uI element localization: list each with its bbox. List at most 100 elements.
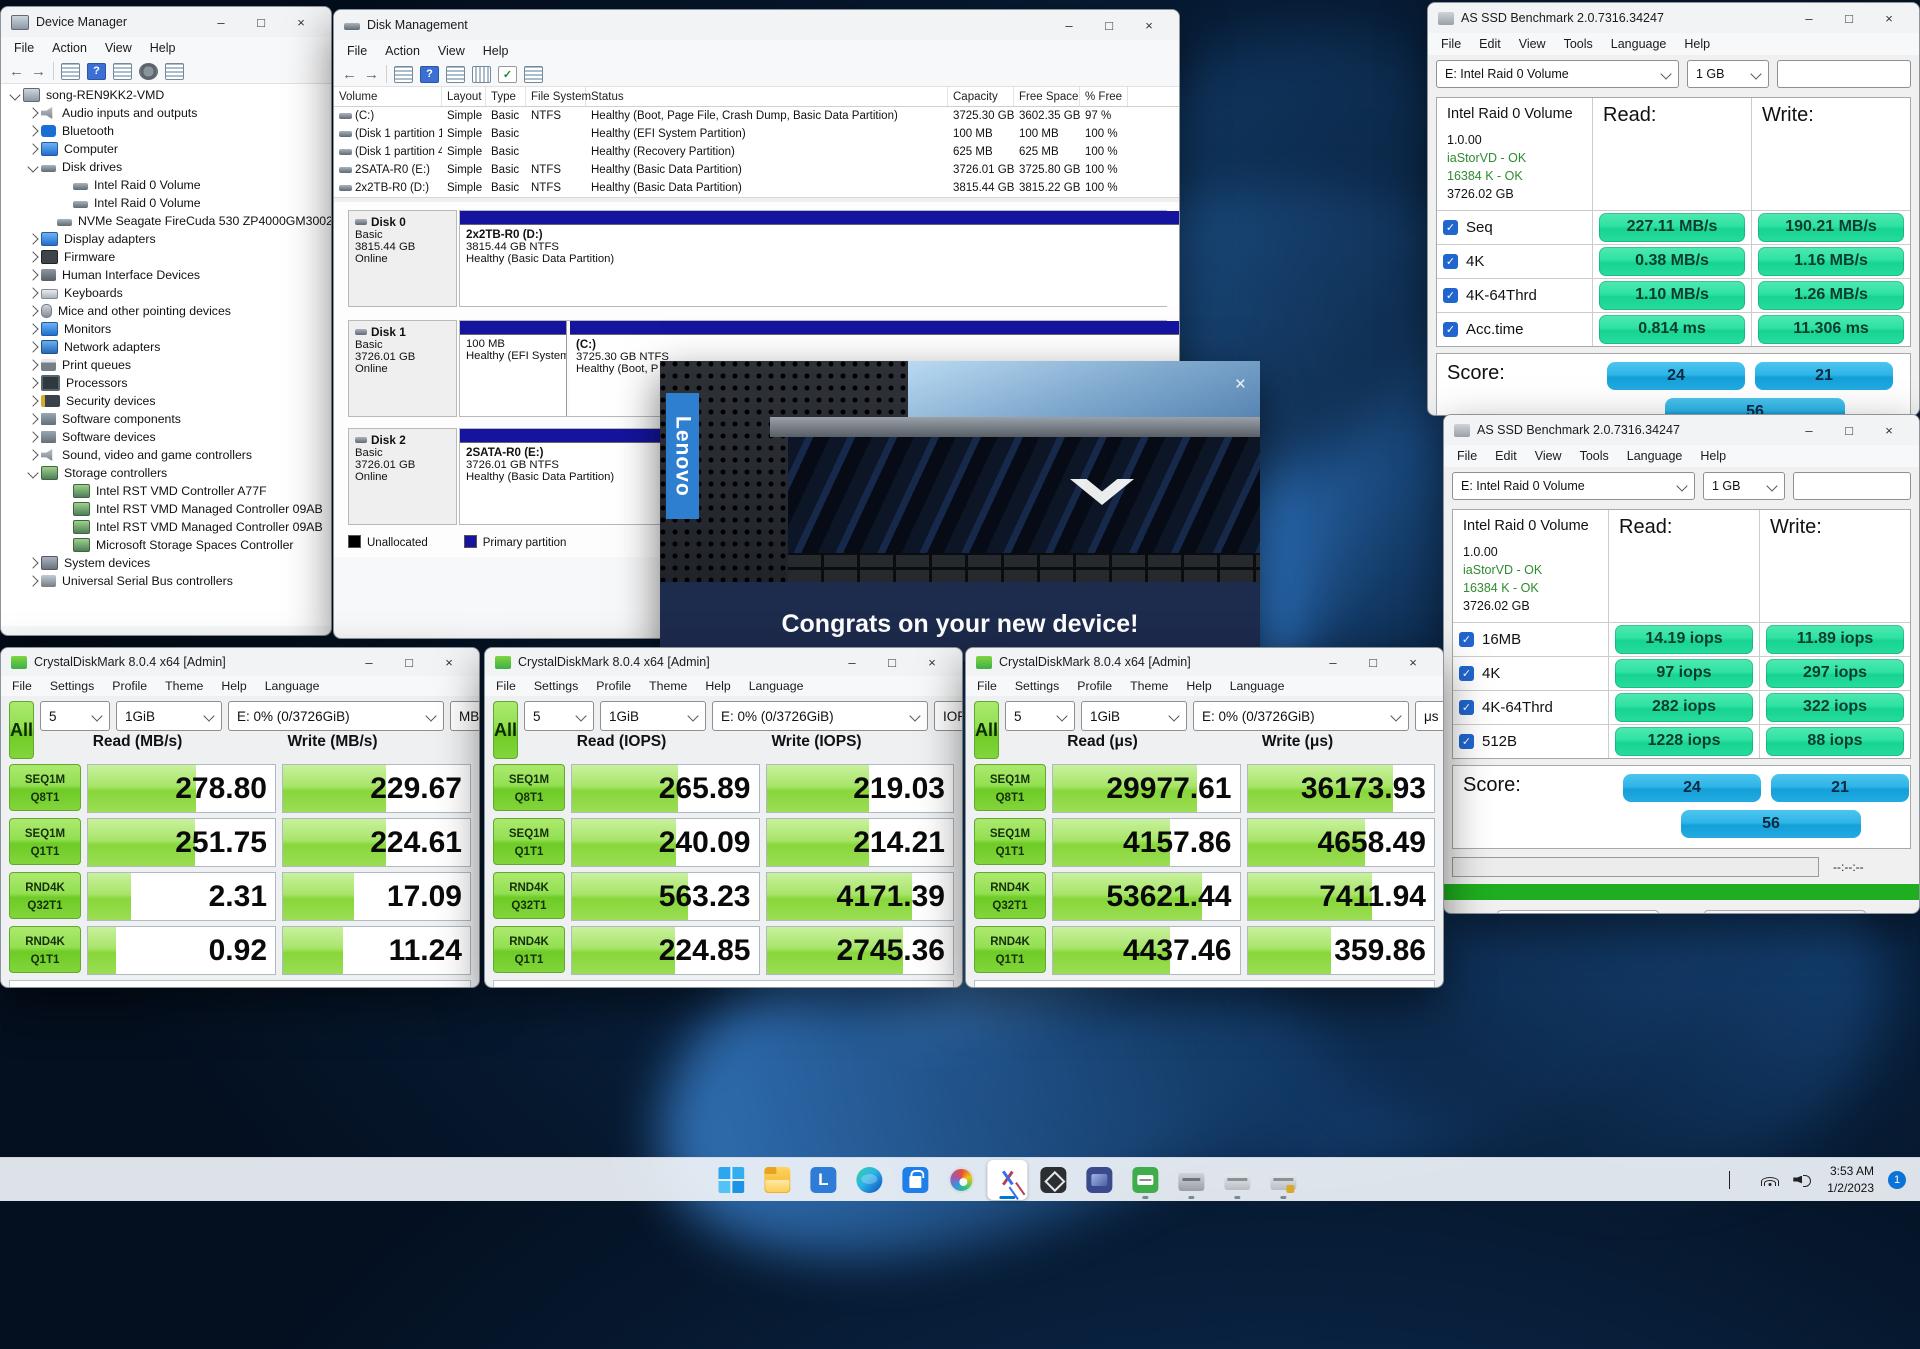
menu-file[interactable]: File <box>3 676 41 696</box>
drive-select[interactable]: E: Intel Raid 0 Volume <box>1452 472 1695 500</box>
cube-app-icon[interactable] <box>1033 1160 1073 1200</box>
console-panel-icon[interactable] <box>394 66 413 83</box>
maximize-button[interactable]: □ <box>1829 415 1869 445</box>
tree-panel-icon[interactable] <box>446 66 465 83</box>
cdm-titlebar[interactable]: CrystalDiskMark 8.0.4 x64 [Admin]–□× <box>1 648 479 676</box>
start-icon[interactable] <box>711 1160 751 1200</box>
minimize-button[interactable]: – <box>1789 415 1829 445</box>
chevron-right-icon[interactable] <box>25 361 41 369</box>
help-icon[interactable]: ? <box>87 63 106 80</box>
test-type-button[interactable]: RND4KQ1T1 <box>493 926 565 973</box>
chevron-right-icon[interactable] <box>25 145 41 153</box>
checkbox-checked-icon[interactable]: ✓ <box>1443 322 1458 337</box>
menu-profile[interactable]: Profile <box>587 676 640 696</box>
devmgr-node[interactable]: Microsoft Storage Spaces Controller <box>1 536 331 554</box>
checkbox-checked-icon[interactable]: ✓ <box>1459 734 1474 749</box>
chevron-down-icon[interactable] <box>25 469 41 477</box>
maximize-button[interactable]: □ <box>1353 648 1393 676</box>
test-size-select[interactable]: 1 GB <box>1703 472 1785 500</box>
close-button[interactable]: × <box>281 7 321 37</box>
all-tests-button[interactable]: All <box>9 701 34 759</box>
device-manager-titlebar[interactable]: Device Manager – □ × <box>1 7 331 37</box>
minimize-button[interactable]: – <box>349 648 389 676</box>
disk-management-titlebar[interactable]: Disk Management – □ × <box>334 10 1179 40</box>
paint-icon[interactable] <box>941 1160 981 1200</box>
back-icon[interactable]: ← <box>9 64 24 79</box>
test-type-button[interactable]: SEQ1MQ1T1 <box>493 818 565 865</box>
column-header[interactable]: Type <box>486 87 526 106</box>
menu-profile[interactable]: Profile <box>1068 676 1121 696</box>
test-type-button[interactable]: RND4KQ32T1 <box>493 872 565 919</box>
checkbox-checked-icon[interactable]: ✓ <box>1459 700 1474 715</box>
chevron-right-icon[interactable] <box>25 343 41 351</box>
tray-chevron-up-icon[interactable] <box>1729 1172 1747 1188</box>
test-toggle[interactable]: ✓4K <box>1437 244 1592 278</box>
column-header[interactable]: Volume <box>334 87 442 106</box>
unit-select[interactable]: MB/s <box>450 701 480 731</box>
clock[interactable]: 3:53 AM 1/2/2023 <box>1827 1163 1874 1195</box>
monitor-action-icon[interactable] <box>165 63 184 80</box>
volume-row[interactable]: 2SATA-R0 (E:)SimpleBasicNTFSHealthy (Bas… <box>334 161 1179 179</box>
menu-tools[interactable]: Tools <box>1571 446 1618 466</box>
devmgr-node[interactable]: Network adapters <box>1 338 331 356</box>
minimize-button[interactable]: – <box>832 648 872 676</box>
column-header[interactable]: Status <box>586 87 948 106</box>
size-select[interactable]: 1GiB <box>1081 701 1187 731</box>
cdm-titlebar[interactable]: CrystalDiskMark 8.0.4 x64 [Admin]–□× <box>966 648 1443 676</box>
minimize-button[interactable]: – <box>1789 3 1829 33</box>
chevron-right-icon[interactable] <box>25 235 41 243</box>
menu-settings[interactable]: Settings <box>41 676 103 696</box>
maximize-button[interactable]: □ <box>389 648 429 676</box>
column-header[interactable]: Layout <box>442 87 486 106</box>
devmgr-node[interactable]: song-REN9KK2-VMD <box>1 86 331 104</box>
snipping-tool-icon[interactable] <box>987 1160 1027 1200</box>
check-doc-icon[interactable]: ✓ <box>498 66 517 83</box>
maximize-button[interactable]: □ <box>241 7 281 37</box>
count-select[interactable]: 5 <box>524 701 594 731</box>
menu-file[interactable]: File <box>487 676 525 696</box>
menu-view[interactable]: View <box>96 38 141 58</box>
menu-tools[interactable]: Tools <box>1555 34 1602 54</box>
chevron-right-icon[interactable] <box>25 289 41 297</box>
devmgr-node[interactable]: Display adapters <box>1 230 331 248</box>
devmgr-node[interactable]: Software devices <box>1 428 331 446</box>
as-ssd-app-icon[interactable] <box>1171 1160 1211 1200</box>
test-type-button[interactable]: SEQ1MQ8T1 <box>974 764 1046 811</box>
result-name-input[interactable] <box>1793 472 1911 500</box>
maximize-button[interactable]: □ <box>1829 3 1869 33</box>
checkbox-checked-icon[interactable]: ✓ <box>1443 220 1458 235</box>
menu-language[interactable]: Language <box>740 676 813 696</box>
close-icon[interactable]: × <box>1235 375 1246 394</box>
scan-hardware-icon[interactable] <box>139 63 158 80</box>
devmgr-node[interactable]: Monitors <box>1 320 331 338</box>
notification-badge[interactable]: 1 <box>1888 1171 1906 1189</box>
wifi-icon[interactable] <box>1761 1172 1779 1188</box>
size-select[interactable]: 1GiB <box>116 701 222 731</box>
test-type-button[interactable]: RND4KQ1T1 <box>9 926 81 973</box>
help-icon[interactable]: ? <box>420 66 439 83</box>
menu-theme[interactable]: Theme <box>1121 676 1177 696</box>
checkbox-checked-icon[interactable]: ✓ <box>1443 288 1458 303</box>
chevron-right-icon[interactable] <box>25 577 41 585</box>
zoom-icon[interactable] <box>472 66 491 83</box>
partition[interactable]: 2x2TB-R0 (D:)3815.44 GB NTFSHealthy (Bas… <box>460 211 1180 306</box>
menu-language[interactable]: Language <box>1618 446 1692 466</box>
menu-help[interactable]: Help <box>1691 446 1735 466</box>
volume-row[interactable]: (Disk 1 partition 1)SimpleBasicHealthy (… <box>334 125 1179 143</box>
edge-icon[interactable] <box>849 1160 889 1200</box>
checkbox-checked-icon[interactable]: ✓ <box>1443 254 1458 269</box>
devmgr-node[interactable]: Intel Raid 0 Volume <box>1 194 331 212</box>
menu-theme[interactable]: Theme <box>640 676 696 696</box>
drive-select[interactable]: E: 0% (0/3726GiB) <box>228 701 444 731</box>
count-select[interactable]: 5 <box>40 701 110 731</box>
menu-language[interactable]: Language <box>1602 34 1676 54</box>
menu-help[interactable]: Help <box>474 41 518 61</box>
devmgr-node[interactable]: Storage controllers <box>1 464 331 482</box>
devmgr-node[interactable]: Firmware <box>1 248 331 266</box>
minimize-button[interactable]: – <box>201 7 241 37</box>
close-button[interactable]: × <box>1869 3 1909 33</box>
tree-panel-icon[interactable] <box>113 63 132 80</box>
chevron-right-icon[interactable] <box>25 325 41 333</box>
test-type-button[interactable]: RND4KQ32T1 <box>974 872 1046 919</box>
all-tests-button[interactable]: All <box>974 701 999 759</box>
